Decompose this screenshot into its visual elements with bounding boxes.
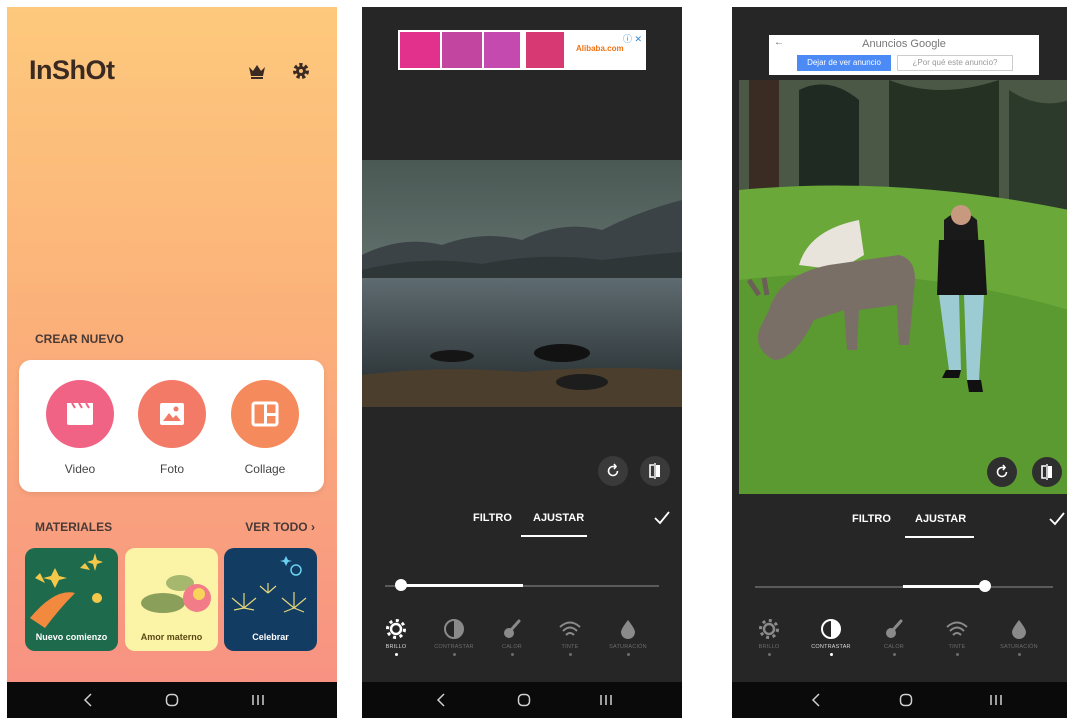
ad-close-icon[interactable]: ⓘ ✕: [623, 32, 642, 45]
create-photo-label: Foto: [159, 462, 184, 476]
drop-icon: [621, 620, 635, 639]
tool-saturacion[interactable]: SATURACIÓN: [599, 618, 657, 656]
tab-ajustar[interactable]: AJUSTAR: [533, 512, 584, 524]
see-all-label: VER TODO: [245, 520, 308, 534]
inshot-home-screen: InShOt CREAR NUEVO Video Foto Collage MA…: [7, 7, 337, 718]
back-icon[interactable]: [431, 690, 451, 710]
adjust-slider-thumb[interactable]: [979, 580, 991, 592]
back-icon[interactable]: [806, 690, 826, 710]
system-nav-bar: [732, 682, 1067, 718]
material-label: Nuevo comienzo: [35, 632, 108, 642]
create-new-title: CREAR NUEVO: [35, 332, 124, 346]
photo-editor-contrast: ← Anuncios Google Dejar de ver anuncio ¿…: [732, 7, 1067, 718]
tool-brillo[interactable]: BRILLO: [740, 618, 798, 656]
warmth-icon: [504, 619, 521, 638]
adjust-slider-thumb[interactable]: [395, 579, 407, 591]
confirm-check-icon[interactable]: [654, 511, 670, 525]
system-nav-bar: [7, 682, 337, 718]
create-collage-label: Collage: [244, 462, 286, 476]
tool-saturacion[interactable]: SATURACIÓN: [990, 618, 1048, 656]
tool-label: TINTE: [948, 644, 966, 650]
tool-label: TINTE: [561, 644, 579, 650]
image-icon: [138, 380, 206, 448]
contrast-icon: [821, 619, 841, 639]
create-video-label: Video: [64, 462, 96, 476]
recents-icon[interactable]: [596, 690, 616, 710]
app-logo: InShOt: [29, 55, 115, 85]
why-ad-button[interactable]: ¿Por qué este anuncio?: [897, 55, 1013, 71]
tool-contrastar[interactable]: CONTRASTAR: [425, 618, 483, 656]
material-card-celebrar[interactable]: Celebrar: [224, 548, 317, 651]
tab-active-indicator: [521, 535, 587, 537]
tab-filtro[interactable]: FILTRO: [473, 512, 512, 524]
reset-icon[interactable]: [987, 457, 1017, 487]
material-label: Celebrar: [252, 632, 289, 642]
recents-icon[interactable]: [248, 690, 268, 710]
tint-icon: [559, 621, 581, 636]
see-all-link[interactable]: VER TODO ›: [245, 520, 315, 534]
drop-icon: [1012, 620, 1026, 639]
tool-label: CALOR: [502, 644, 522, 650]
google-ad-banner: ← Anuncios Google Dejar de ver anuncio ¿…: [769, 35, 1039, 75]
home-icon[interactable]: [162, 690, 182, 710]
tool-label: SATURACIÓN: [609, 644, 647, 650]
tool-label: SATURACIÓN: [1000, 644, 1038, 650]
warmth-icon: [886, 619, 903, 638]
tool-contrastar[interactable]: CONTRASTAR: [802, 618, 860, 656]
create-photo-button[interactable]: Foto: [137, 380, 207, 476]
home-icon[interactable]: [514, 690, 534, 710]
create-video-button[interactable]: Video: [45, 380, 115, 476]
tool-tinte[interactable]: TINTE: [541, 618, 599, 656]
recents-icon[interactable]: [986, 690, 1006, 710]
tab-active-indicator: [905, 536, 974, 538]
tint-icon: [946, 621, 968, 636]
lake-landscape-image: [362, 160, 682, 407]
back-icon[interactable]: [78, 690, 98, 710]
contrast-icon: [444, 619, 464, 639]
tool-brillo[interactable]: BRILLO: [367, 618, 425, 656]
material-card-nuevo-comienzo[interactable]: Nuevo comienzo: [25, 548, 118, 651]
confirm-check-icon[interactable]: [1049, 512, 1065, 526]
reset-icon[interactable]: [598, 456, 628, 486]
crown-icon[interactable]: [247, 61, 267, 81]
compare-icon[interactable]: [640, 456, 670, 486]
tool-label: CALOR: [884, 644, 904, 650]
tool-label: BRILLO: [758, 644, 780, 650]
tool-label: CONTRASTAR: [811, 644, 851, 650]
edited-photo: [739, 80, 1067, 494]
material-card-amor-materno[interactable]: Amor materno: [125, 548, 218, 651]
adjust-slider-fill: [903, 585, 985, 588]
clapperboard-icon: [46, 380, 114, 448]
tool-calor[interactable]: CALOR: [483, 618, 541, 656]
tool-tinte[interactable]: TINTE: [928, 618, 986, 656]
woman-with-donkey-image: [739, 80, 1067, 494]
tab-ajustar[interactable]: AJUSTAR: [915, 513, 966, 525]
tool-calor[interactable]: CALOR: [865, 618, 923, 656]
sun-icon: [386, 619, 406, 639]
home-icon[interactable]: [896, 690, 916, 710]
create-collage-button[interactable]: Collage: [230, 380, 300, 476]
ad-header: Anuncios Google: [862, 38, 946, 50]
adjust-slider-fill: [401, 584, 523, 587]
tool-label: CONTRASTAR: [434, 644, 474, 650]
system-nav-bar: [362, 682, 682, 718]
ad-brand: Alibaba.com: [576, 44, 624, 53]
material-label: Amor materno: [140, 632, 203, 642]
collage-icon: [231, 380, 299, 448]
materials-title: MATERIALES: [35, 520, 113, 534]
compare-icon[interactable]: [1032, 457, 1062, 487]
edited-photo: [362, 160, 682, 407]
stop-ad-button[interactable]: Dejar de ver anuncio: [797, 55, 891, 71]
sun-icon: [759, 619, 779, 639]
tool-label: BRILLO: [385, 644, 407, 650]
alibaba-ad-banner[interactable]: Alibaba.com ⓘ ✕: [398, 30, 646, 70]
gear-icon[interactable]: [291, 61, 311, 81]
photo-editor-brightness: Alibaba.com ⓘ ✕ FILTRO AJUSTAR BRILLO CO…: [362, 7, 682, 718]
tab-filtro[interactable]: FILTRO: [852, 513, 891, 525]
create-new-card: Video Foto Collage: [19, 360, 324, 492]
